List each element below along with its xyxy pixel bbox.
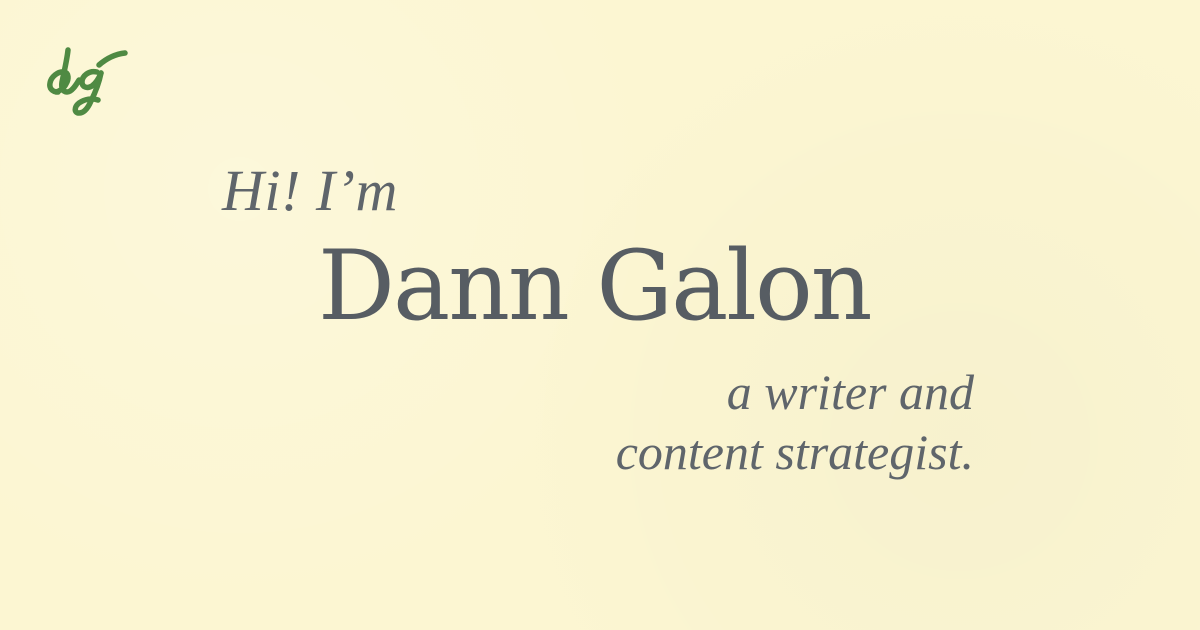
tagline-line-2: content strategist.: [615, 424, 974, 480]
page-title: Dann Galon: [318, 230, 873, 342]
greeting-text: Hi! I’m: [222, 158, 398, 223]
dg-logo-icon: [40, 40, 132, 122]
page-background: Hi! I’m Dann Galon a writer and content …: [0, 0, 1200, 630]
tagline: a writer and content strategist.: [616, 362, 974, 482]
tagline-line-1: a writer and: [726, 364, 974, 420]
